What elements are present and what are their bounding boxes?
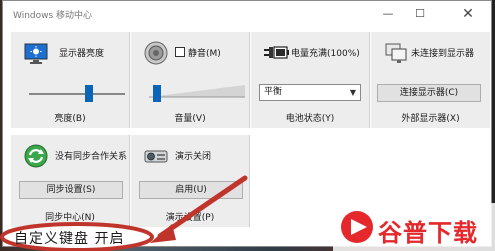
annotation-text: 自定义键盘 开启 xyxy=(14,231,125,247)
annotation-arrow-head xyxy=(150,224,176,243)
watermark-text: 谷普下载 xyxy=(378,219,478,247)
